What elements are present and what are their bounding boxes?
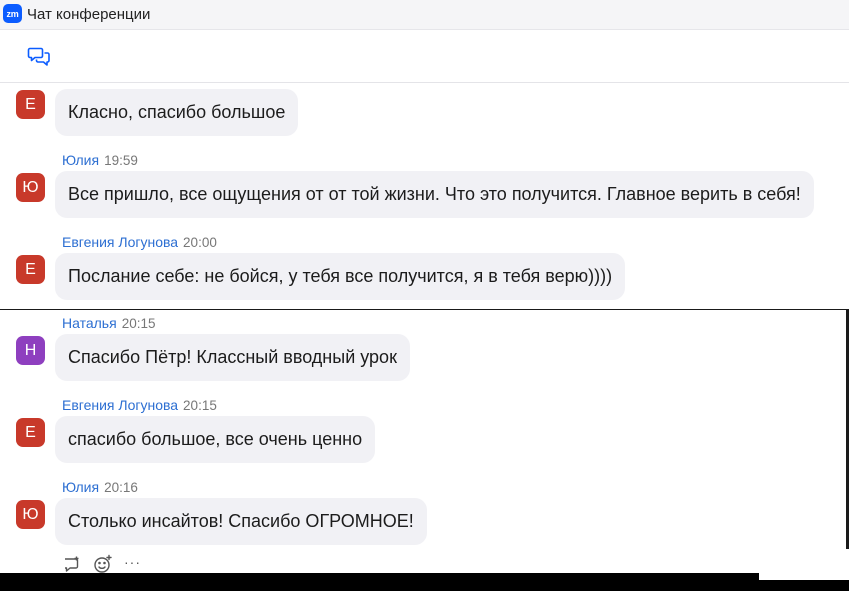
message-time: 19:59	[104, 153, 138, 168]
sender-name[interactable]: Евгения Логунова	[62, 234, 178, 250]
message-time: 20:15	[121, 316, 156, 331]
avatar[interactable]: Е	[16, 418, 45, 447]
chat-bubbles-icon[interactable]	[27, 44, 51, 68]
reply-icon[interactable]	[62, 554, 82, 574]
message-actions: ···	[62, 554, 141, 574]
sender-name[interactable]: Юлия	[62, 152, 99, 168]
title-bar: zm Чат конференции	[0, 0, 849, 30]
message-header: Юлия 20:16	[62, 479, 138, 495]
avatar[interactable]: Ю	[16, 173, 45, 202]
frame-notch	[759, 573, 849, 580]
message-header: Евгения Логунова 20:15	[62, 397, 217, 413]
message-bubble[interactable]: спасибо большое, все очень ценно	[55, 416, 376, 463]
zoom-logo-icon: zm	[3, 4, 22, 23]
message-text: Столько инсайтов! Спасибо ОГРОМНОЕ!	[68, 511, 414, 531]
message-bubble[interactable]: Спасибо Пётр! Классный вводный урок	[55, 334, 410, 381]
frame-bottom	[0, 573, 849, 591]
sender-name[interactable]: Юлия	[62, 479, 99, 495]
chat-toolbar	[0, 30, 849, 83]
avatar[interactable]: Ю	[16, 500, 45, 529]
sender-name[interactable]: Наталья	[62, 315, 117, 331]
message-header: Наталья 20:15	[62, 315, 155, 331]
message-header: Юлия 19:59	[62, 152, 138, 168]
sender-name[interactable]: Евгения Логунова	[62, 397, 178, 413]
message-text: Спасибо Пётр! Классный вводный урок	[68, 347, 397, 367]
message-text: Класно, спасибо большое	[68, 102, 286, 122]
more-options-button[interactable]: ···	[124, 554, 141, 570]
message-header: Евгения Логунова 20:00	[62, 234, 217, 250]
message-text: Все пришло, все ощущения от от той жизни…	[68, 184, 801, 204]
avatar[interactable]: Е	[16, 90, 45, 119]
message-bubble[interactable]: Послание себе: не бойся, у тебя все полу…	[55, 253, 626, 300]
message-bubble[interactable]: Класно, спасибо большое	[55, 89, 299, 136]
message-time: 20:00	[183, 235, 217, 250]
avatar[interactable]: Е	[16, 255, 45, 284]
message-text: спасибо большое, все очень ценно	[68, 429, 363, 449]
message-time: 20:16	[104, 480, 138, 495]
window-title: Чат конференции	[27, 6, 151, 23]
message-bubble[interactable]: Столько инсайтов! Спасибо ОГРОМНОЕ!	[55, 498, 427, 545]
message-text: Послание себе: не бойся, у тебя все полу…	[68, 266, 613, 286]
message-bubble[interactable]: Все пришло, все ощущения от от той жизни…	[55, 171, 814, 218]
message-time: 20:15	[183, 398, 217, 413]
add-reaction-icon[interactable]	[93, 554, 113, 574]
frame-line	[0, 309, 847, 310]
avatar[interactable]: Н	[16, 336, 45, 365]
